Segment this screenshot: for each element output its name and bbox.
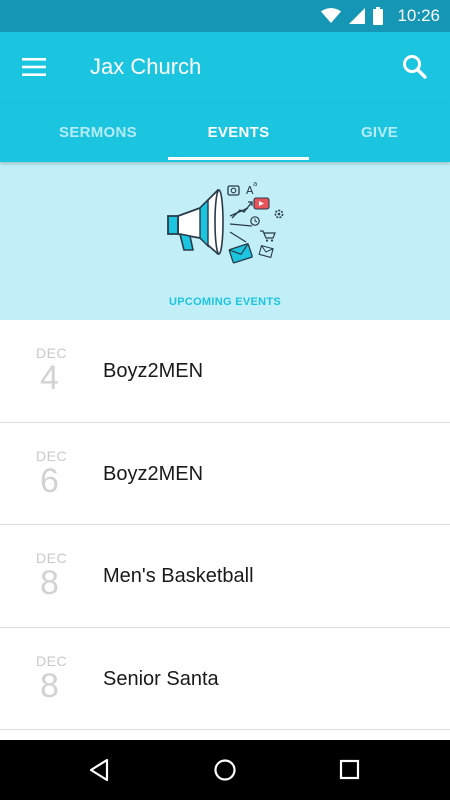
event-day: 6 [40, 461, 59, 500]
event-day: 4 [40, 359, 59, 397]
app-bar: Jax Church [0, 32, 450, 102]
event-day: 8 [40, 666, 59, 705]
app-title: Jax Church [90, 54, 202, 79]
event-row[interactable]: DEC 6 Boyz2MEN [0, 422, 450, 525]
tab-sermons[interactable]: SERMONS [28, 102, 168, 162]
banner-caption: UPCOMING EVENTS [168, 296, 282, 308]
hamburger-menu-icon[interactable] [22, 56, 48, 78]
wifi-icon [321, 8, 342, 24]
event-title: Boyz2MEN [103, 360, 204, 382]
back-icon[interactable] [87, 757, 113, 783]
battery-icon [373, 7, 384, 25]
tab-events[interactable]: EVENTS [168, 102, 309, 162]
status-bar: 10:26 [0, 0, 450, 32]
recents-icon[interactable] [337, 757, 363, 783]
active-tab-indicator [168, 157, 309, 160]
tab-partial[interactable]: H [0, 102, 10, 162]
event-row[interactable]: DEC 8 Men's Basketball [0, 525, 450, 628]
tab-give[interactable]: GIVE [309, 102, 450, 162]
event-title: Senior Santa [103, 667, 219, 690]
event-row[interactable]: DEC 8 Senior Santa [0, 627, 450, 730]
event-title: Boyz2MEN [103, 462, 204, 485]
megaphone-icon: A a [160, 176, 290, 271]
event-row[interactable]: DEC 4 Boyz2MEN [0, 320, 450, 423]
event-title: Men's Basketball [103, 565, 254, 587]
system-nav-bar [0, 740, 450, 800]
status-time: 10:26 [397, 6, 440, 25]
home-icon[interactable] [212, 757, 238, 783]
event-list: DEC 4 Boyz2MEN DEC 6 Boyz2MEN DEC 8 Men'… [0, 320, 450, 730]
svg-text:a: a [253, 180, 257, 188]
signal-icon [349, 8, 366, 24]
app-screen: 10:26 Jax Church H SERMONS EVENTS GIVE [0, 0, 450, 800]
event-day: 8 [40, 564, 59, 602]
search-icon[interactable] [402, 54, 428, 80]
tab-bar: H SERMONS EVENTS GIVE [0, 102, 450, 162]
